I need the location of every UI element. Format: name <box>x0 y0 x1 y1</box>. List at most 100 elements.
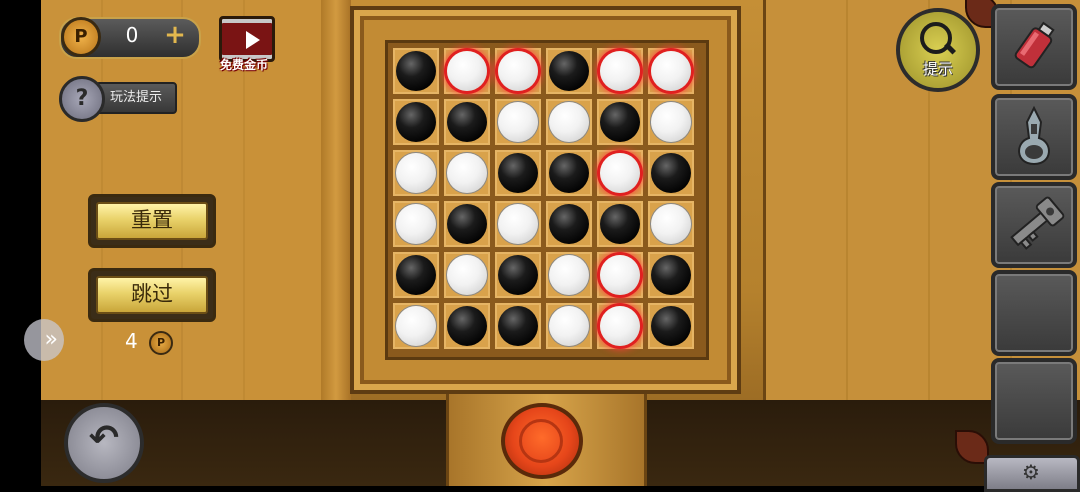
board-cell[interactable] <box>393 48 439 94</box>
black-piece[interactable] <box>447 204 487 244</box>
white-piece-highlighted[interactable] <box>447 51 487 91</box>
board-cell[interactable] <box>495 150 541 196</box>
black-piece[interactable] <box>447 306 487 346</box>
board-cell[interactable] <box>648 201 694 247</box>
black-piece[interactable] <box>600 204 640 244</box>
board-cell[interactable] <box>495 252 541 298</box>
board-cell[interactable] <box>546 252 592 298</box>
black-piece[interactable] <box>549 153 589 193</box>
reset-button[interactable]: 重置 <box>88 194 216 248</box>
board-cell[interactable] <box>597 201 643 247</box>
settings-button[interactable]: ⚙ <box>984 455 1080 492</box>
board-cell[interactable] <box>597 252 643 298</box>
board-cell[interactable] <box>597 48 643 94</box>
add-coins-button[interactable]: + <box>163 22 187 48</box>
inventory-slot-1[interactable] <box>991 4 1077 90</box>
black-piece[interactable] <box>651 255 691 295</box>
black-piece[interactable] <box>549 51 589 91</box>
white-piece-highlighted[interactable] <box>600 153 640 193</box>
board-cell[interactable] <box>546 201 592 247</box>
black-piece[interactable] <box>498 153 538 193</box>
reset-label: 重置 <box>96 202 208 240</box>
white-piece[interactable] <box>549 306 589 346</box>
white-piece[interactable] <box>498 102 538 142</box>
black-piece[interactable] <box>498 306 538 346</box>
board-cell[interactable] <box>597 150 643 196</box>
free-coins-label: 免费金币 <box>219 58 268 72</box>
board-cell[interactable] <box>444 48 490 94</box>
black-piece[interactable] <box>396 102 436 142</box>
white-piece[interactable] <box>396 153 436 193</box>
white-piece-highlighted[interactable] <box>600 51 640 91</box>
undo-arrow-icon: ↶ <box>88 418 120 459</box>
skip-cost: 4 P <box>125 328 175 355</box>
board-cell[interactable] <box>393 252 439 298</box>
board-cell[interactable] <box>546 303 592 349</box>
white-piece[interactable] <box>549 255 589 295</box>
board-cell[interactable] <box>444 201 490 247</box>
inventory-slot-4[interactable] <box>991 270 1077 356</box>
board-cell[interactable] <box>444 150 490 196</box>
black-piece[interactable] <box>498 255 538 295</box>
question-icon: ? <box>59 76 105 122</box>
board-cell[interactable] <box>546 48 592 94</box>
white-piece[interactable] <box>549 102 589 142</box>
board-cell[interactable] <box>648 252 694 298</box>
black-piece[interactable] <box>651 306 691 346</box>
white-piece[interactable] <box>651 102 691 142</box>
black-piece[interactable] <box>396 255 436 295</box>
back-button[interactable]: ↶ <box>64 403 144 483</box>
black-piece[interactable] <box>600 102 640 142</box>
white-piece-highlighted[interactable] <box>651 51 691 91</box>
board-cell[interactable] <box>495 99 541 145</box>
board-cell[interactable] <box>393 99 439 145</box>
inventory-slot-2[interactable] <box>991 94 1077 180</box>
skip-cost-value: 4 <box>125 329 138 353</box>
black-piece[interactable] <box>549 204 589 244</box>
play-icon <box>246 31 260 49</box>
game-rules-button[interactable]: 玩法提示 ? <box>59 76 177 122</box>
board-cell[interactable] <box>393 303 439 349</box>
board-cell[interactable] <box>648 48 694 94</box>
board-cell[interactable] <box>444 99 490 145</box>
white-piece[interactable] <box>447 153 487 193</box>
white-piece-highlighted[interactable] <box>600 306 640 346</box>
white-piece-highlighted[interactable] <box>498 51 538 91</box>
game-rules-label: 玩法提示 <box>95 82 177 114</box>
board-cell[interactable] <box>648 150 694 196</box>
button-ring <box>519 419 563 463</box>
wall-pillar <box>321 0 351 400</box>
board-cell[interactable] <box>648 99 694 145</box>
free-coins-button[interactable]: 免费金币 <box>213 14 275 76</box>
board-cell[interactable] <box>597 303 643 349</box>
board-cell[interactable] <box>444 252 490 298</box>
white-piece-highlighted[interactable] <box>600 255 640 295</box>
white-piece[interactable] <box>447 255 487 295</box>
board-cell[interactable] <box>495 303 541 349</box>
black-piece[interactable] <box>447 102 487 142</box>
chevron-right-icon[interactable]: » <box>24 319 64 361</box>
skip-button[interactable]: 跳过 <box>88 268 216 322</box>
skip-label: 跳过 <box>96 276 208 314</box>
board-cell[interactable] <box>393 201 439 247</box>
white-piece[interactable] <box>651 204 691 244</box>
board-cell[interactable] <box>648 303 694 349</box>
inventory-slot-5[interactable] <box>991 358 1077 444</box>
board-cell[interactable] <box>597 99 643 145</box>
black-piece[interactable] <box>651 153 691 193</box>
white-piece[interactable] <box>396 204 436 244</box>
hint-button[interactable]: 提示 <box>896 8 980 92</box>
board-cell[interactable] <box>546 99 592 145</box>
black-piece[interactable] <box>396 51 436 91</box>
board-cell[interactable] <box>546 150 592 196</box>
hint-label: 提示 <box>922 60 953 78</box>
board-cell[interactable] <box>495 48 541 94</box>
red-confirm-button[interactable] <box>501 403 583 479</box>
board-cell[interactable] <box>444 303 490 349</box>
inventory-slot-3[interactable] <box>991 182 1077 268</box>
white-piece[interactable] <box>498 204 538 244</box>
white-piece[interactable] <box>396 306 436 346</box>
board-cell[interactable] <box>393 150 439 196</box>
board-cell[interactable] <box>495 201 541 247</box>
can-opener-icon <box>1018 105 1050 166</box>
